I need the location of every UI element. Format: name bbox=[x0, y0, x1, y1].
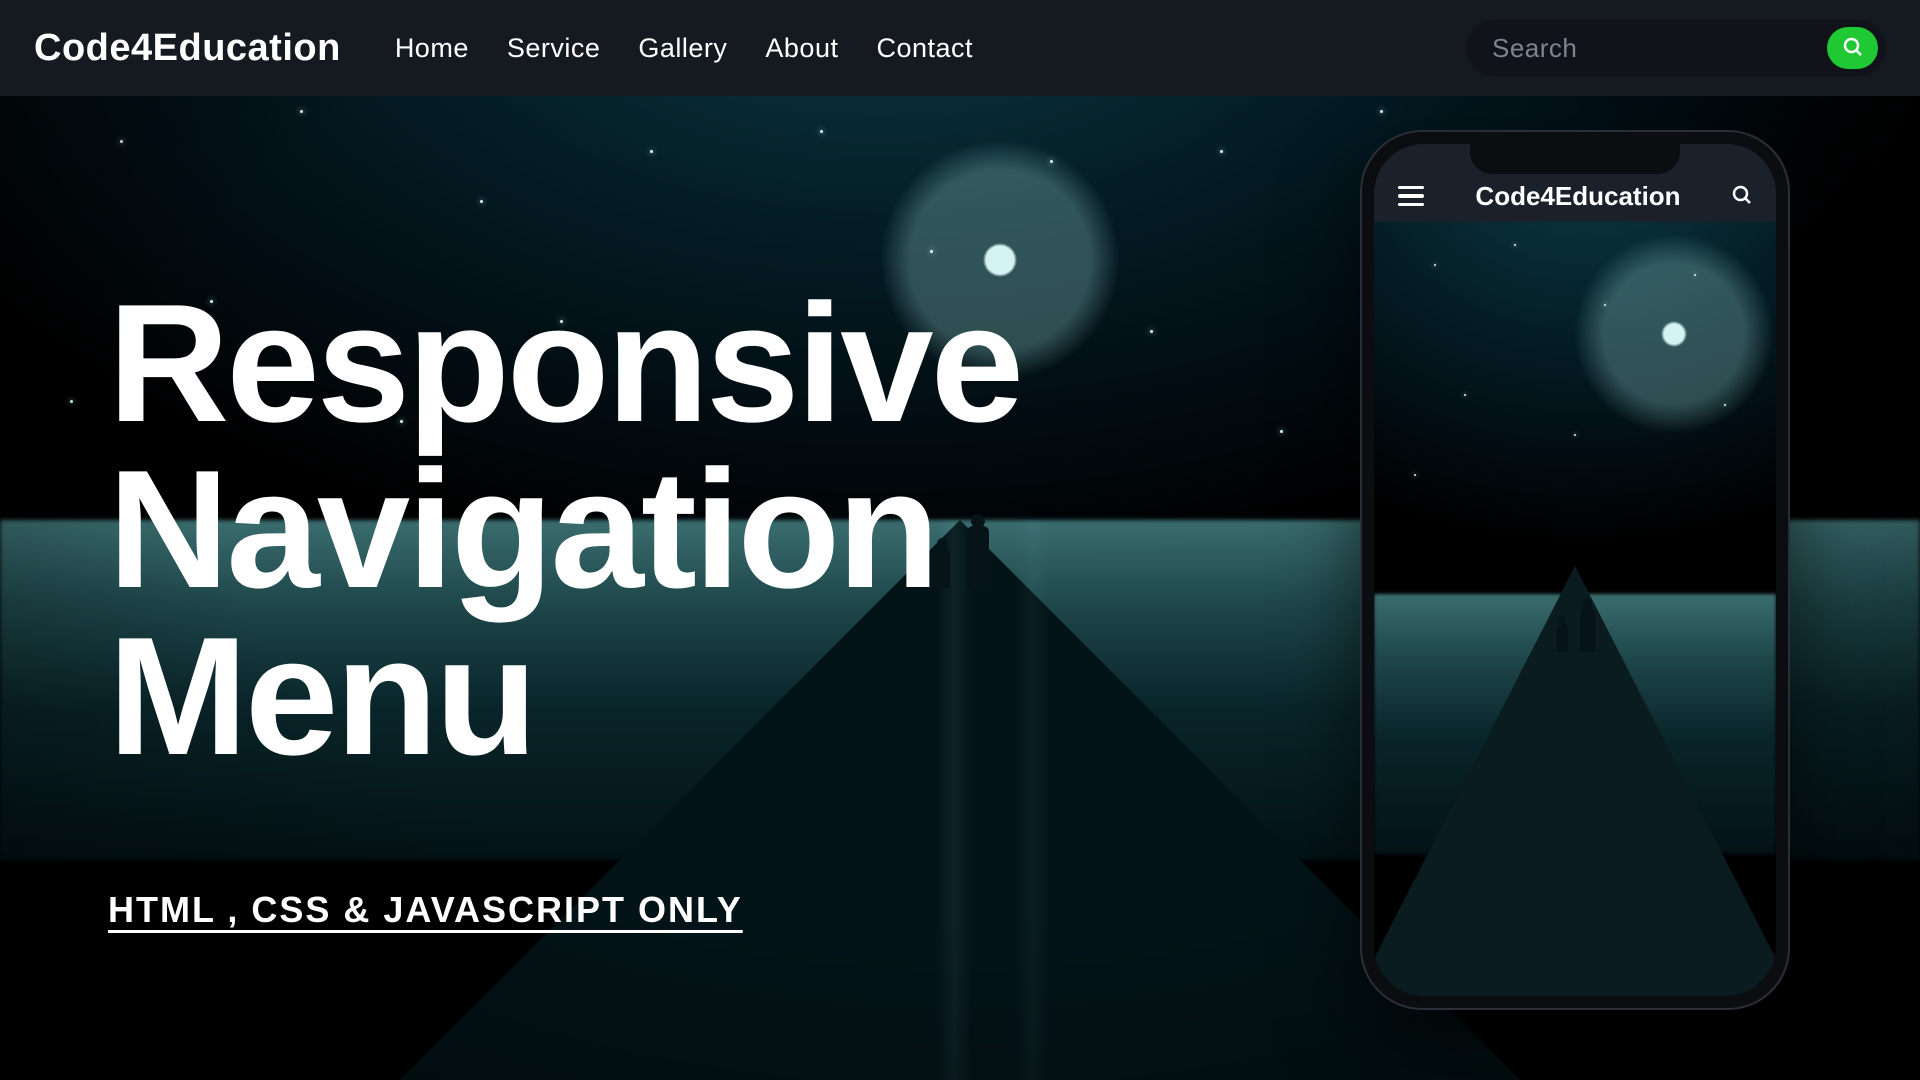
phone-screen: Code4Education bbox=[1374, 144, 1776, 996]
nav-contact[interactable]: Contact bbox=[876, 33, 973, 64]
hero-title-line3: Menu bbox=[108, 613, 1021, 779]
phone-brand-logo[interactable]: Code4Education bbox=[1444, 181, 1712, 212]
phone-silhouette-decoration bbox=[1551, 596, 1599, 652]
nav-about[interactable]: About bbox=[765, 33, 838, 64]
search-icon bbox=[1730, 194, 1754, 211]
phone-background bbox=[1374, 144, 1776, 996]
hero-subtitle: HTML , CSS & JAVASCRIPT ONLY bbox=[108, 889, 1021, 931]
phone-mockup: Code4Education bbox=[1360, 130, 1790, 1010]
nav-gallery[interactable]: Gallery bbox=[638, 33, 727, 64]
navbar: Code4Education Home Service Gallery Abou… bbox=[0, 0, 1920, 96]
nav-links: Home Service Gallery About Contact bbox=[395, 33, 973, 64]
search-input[interactable] bbox=[1492, 33, 1827, 64]
hero-title: Responsive Navigation Menu bbox=[108, 280, 1021, 779]
search-icon bbox=[1841, 35, 1865, 62]
nav-service[interactable]: Service bbox=[507, 33, 601, 64]
hero-title-line2: Navigation bbox=[108, 446, 1021, 612]
hero-title-line1: Responsive bbox=[108, 280, 1021, 446]
search-box bbox=[1466, 19, 1886, 77]
hamburger-icon[interactable] bbox=[1396, 180, 1426, 213]
phone-search-button[interactable] bbox=[1730, 183, 1754, 212]
search-button[interactable] bbox=[1827, 27, 1878, 69]
hero-text: Responsive Navigation Menu HTML , CSS & … bbox=[108, 280, 1021, 931]
phone-notch bbox=[1470, 144, 1680, 174]
brand-logo[interactable]: Code4Education bbox=[34, 27, 341, 70]
nav-home[interactable]: Home bbox=[395, 33, 469, 64]
